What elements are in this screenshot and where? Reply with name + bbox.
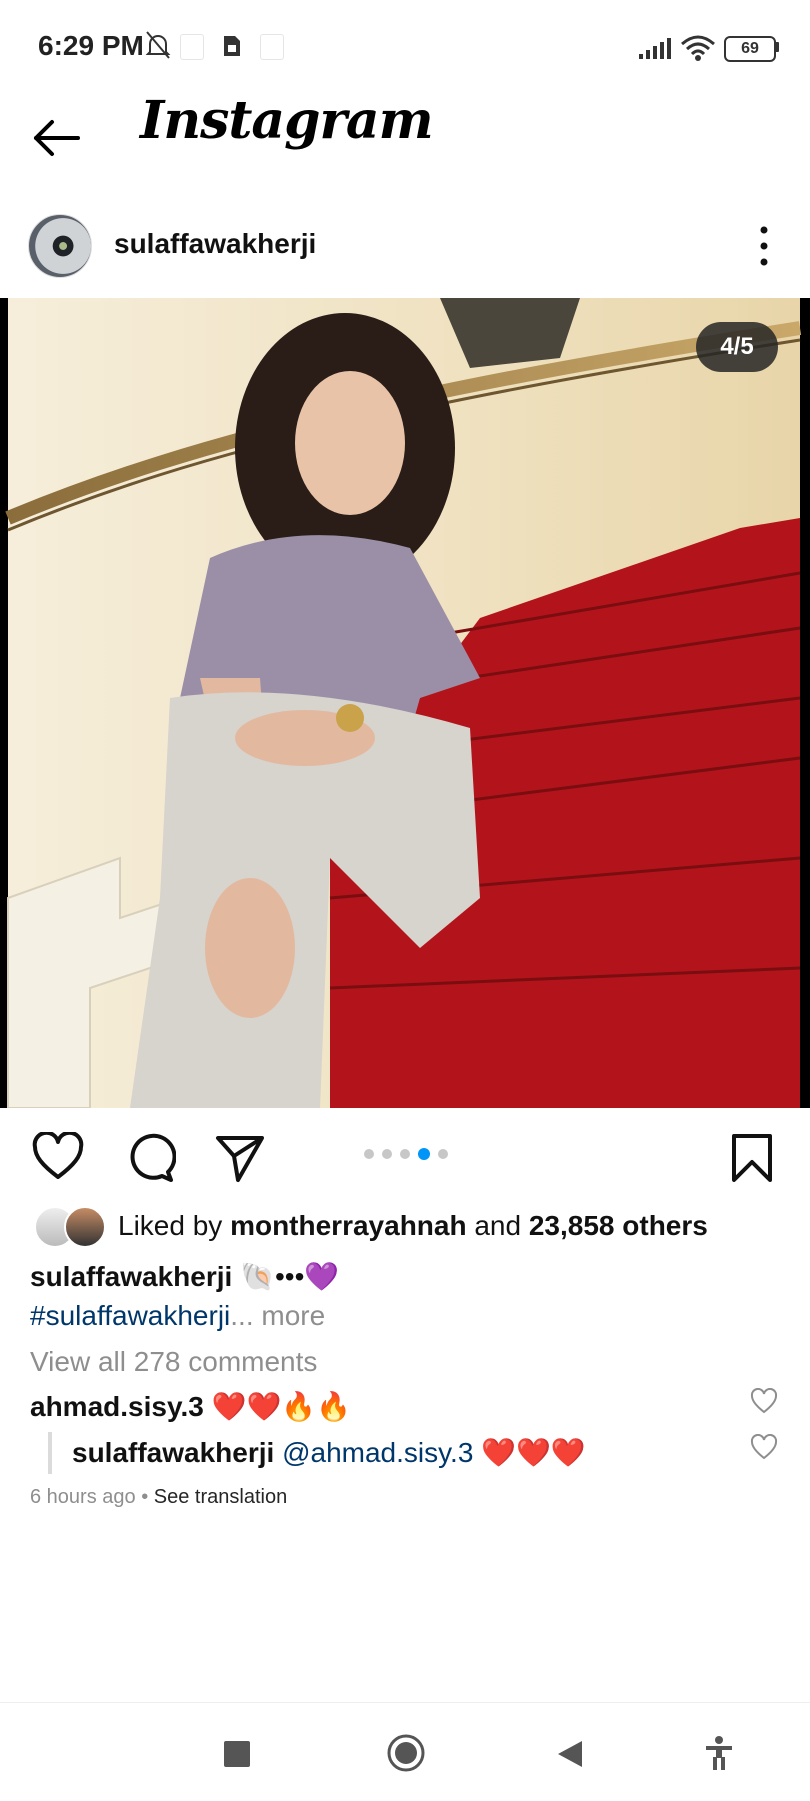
avatar[interactable]: [28, 214, 92, 278]
reply-username[interactable]: sulaffawakherji: [72, 1437, 274, 1468]
reply-text: ❤️❤️❤️: [481, 1437, 586, 1468]
status-time: 6:29 PM: [38, 30, 144, 61]
accessibility-icon[interactable]: [704, 1735, 734, 1771]
comment-reply: sulaffawakherji @ahmad.sisy.3 ❤️❤️❤️: [72, 1436, 586, 1469]
placeholder-icon: [260, 34, 284, 60]
carousel-dot-active: [418, 1148, 430, 1160]
carousel-dot: [364, 1149, 374, 1159]
more-link[interactable]: more: [261, 1300, 325, 1331]
liker-avatars[interactable]: [34, 1206, 106, 1248]
bookmark-icon[interactable]: [726, 1132, 778, 1184]
post-username[interactable]: sulaffawakherji: [114, 228, 316, 260]
recents-square-icon[interactable]: [224, 1741, 250, 1767]
home-circle-icon[interactable]: [386, 1733, 426, 1773]
view-all-comments-link[interactable]: View all 278 comments: [30, 1346, 317, 1378]
caption-text: 🐚•••💜: [240, 1261, 340, 1292]
post-image: [5, 298, 802, 1108]
post-meta: 6 hours ago • See translation: [30, 1486, 287, 1509]
post-photo[interactable]: 4/5: [0, 298, 810, 1108]
liker-username[interactable]: montherrayahnah: [230, 1210, 467, 1241]
system-nav-bar: [0, 1702, 810, 1801]
likes-prefix: Liked by: [118, 1210, 223, 1241]
arrow-left-icon[interactable]: [30, 110, 86, 166]
meta-separator: •: [141, 1486, 149, 1508]
instagram-logo: Instagram: [140, 90, 434, 151]
carousel-dot: [382, 1149, 392, 1159]
caption-continued: #sulaffawakherji... more: [30, 1300, 325, 1332]
bell-off-icon: [145, 31, 171, 59]
heart-icon[interactable]: [32, 1132, 84, 1184]
reply-indent-bar: [48, 1432, 52, 1474]
sim-icon: [224, 36, 240, 56]
post-timestamp: 6 hours ago: [30, 1486, 136, 1508]
caption-username[interactable]: sulaffawakherji: [30, 1261, 232, 1292]
comment-like-heart-icon[interactable]: [750, 1388, 778, 1416]
carousel-indicator: [364, 1148, 448, 1160]
share-icon[interactable]: [214, 1132, 266, 1184]
carousel-dot: [400, 1149, 410, 1159]
reply-like-heart-icon[interactable]: [750, 1434, 778, 1462]
caption-ellipsis: ...: [230, 1300, 254, 1331]
likes-middle: and: [474, 1210, 522, 1241]
status-bar: 6:29 PM 69: [0, 0, 810, 96]
more-vertical-icon[interactable]: [752, 224, 776, 268]
carousel-dot: [438, 1149, 448, 1159]
liker-avatar: [64, 1206, 106, 1248]
caption: sulaffawakherji 🐚•••💜: [30, 1260, 339, 1293]
placeholder-icon: [180, 34, 204, 60]
likes-others[interactable]: 23,858 others: [529, 1210, 708, 1241]
see-translation-link[interactable]: See translation: [154, 1486, 287, 1508]
battery-tip: [775, 42, 779, 52]
mention-link[interactable]: @ahmad.sisy.3: [282, 1437, 473, 1468]
signal-icon: [639, 38, 671, 59]
comment-icon[interactable]: [124, 1132, 176, 1184]
back-triangle-icon[interactable]: [556, 1739, 584, 1769]
wifi-icon: [681, 35, 715, 61]
photo-counter-badge: 4/5: [696, 322, 778, 372]
battery-level: 69: [741, 40, 759, 57]
hashtag-link[interactable]: #sulaffawakherji: [30, 1300, 230, 1331]
comment-username[interactable]: ahmad.sisy.3: [30, 1391, 204, 1422]
comment-text: ❤️❤️🔥🔥: [211, 1391, 352, 1422]
likes-summary[interactable]: Liked by montherrayahnah and 23,858 othe…: [118, 1210, 708, 1242]
battery-icon: 69: [724, 36, 776, 62]
comment: ahmad.sisy.3 ❤️❤️🔥🔥: [30, 1390, 351, 1423]
